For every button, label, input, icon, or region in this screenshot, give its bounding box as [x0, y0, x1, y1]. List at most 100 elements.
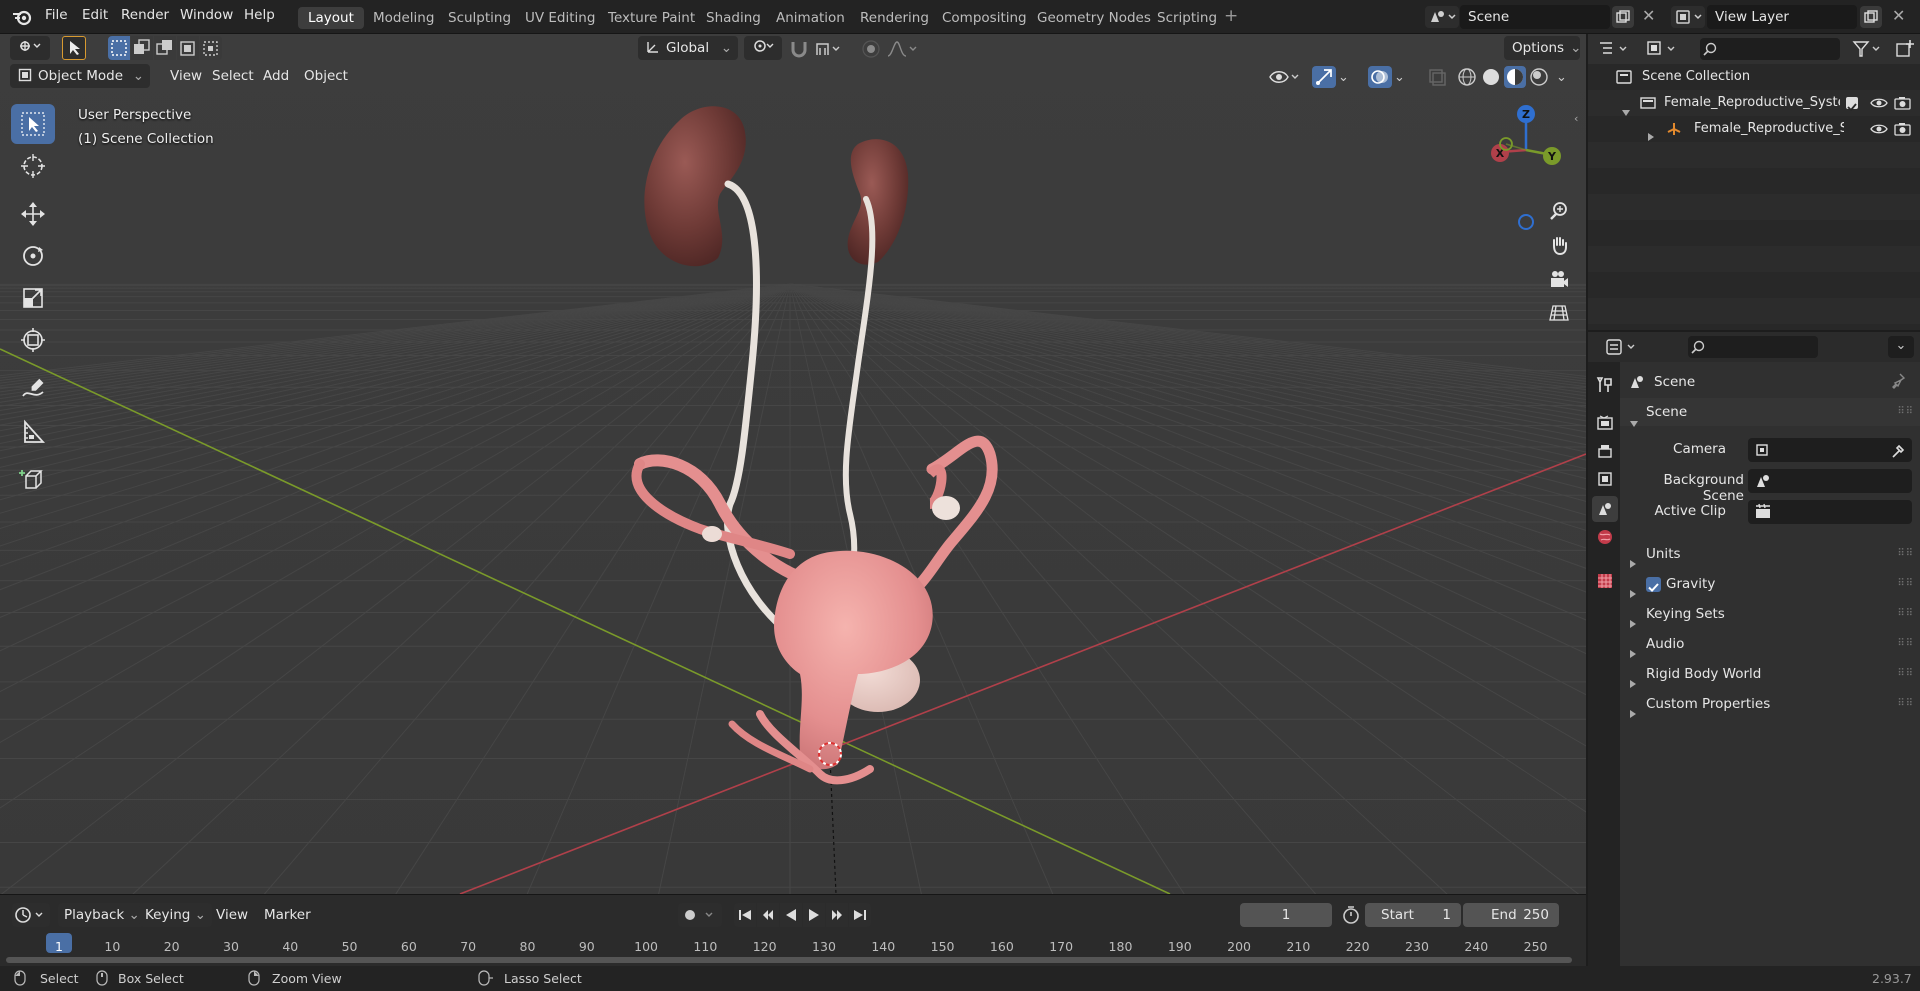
drag-handle-icon[interactable]: ⠿⠿: [1897, 630, 1914, 658]
menu-help[interactable]: Help: [244, 7, 275, 23]
timeline-scrollbar[interactable]: [6, 957, 1572, 963]
camera-field[interactable]: [1748, 438, 1912, 462]
menu-file[interactable]: File: [45, 7, 68, 23]
audio-subpanel[interactable]: Audio ⠿⠿: [1620, 630, 1920, 658]
new-collection-icon[interactable]: [1894, 38, 1916, 60]
start-frame-field[interactable]: Start 1: [1365, 903, 1461, 927]
select-tool-header-icon[interactable]: [62, 36, 86, 60]
add-cube-tool[interactable]: [11, 460, 55, 500]
viewport-menu-select[interactable]: Select: [204, 64, 262, 88]
scale-tool[interactable]: [11, 278, 55, 318]
gravity-checkbox[interactable]: [1646, 577, 1661, 592]
blender-logo-icon[interactable]: [12, 8, 32, 30]
tool-tab-icon[interactable]: [1592, 372, 1618, 398]
shading-rendered-icon[interactable]: [1528, 66, 1550, 88]
3d-viewport[interactable]: Global ⌄ Options ⌄ Object Mode ⌄ View Selec…: [0, 34, 1586, 894]
timeline-menu-view[interactable]: View: [210, 903, 254, 927]
remove-scene-icon[interactable]: ✕: [1642, 6, 1655, 25]
duplicate-scene-icon[interactable]: [1612, 6, 1634, 28]
tab-compositing[interactable]: Compositing: [932, 7, 1037, 29]
scene-panel-header[interactable]: Scene ⠿⠿: [1620, 398, 1920, 427]
duplicate-view-layer-icon[interactable]: [1860, 6, 1882, 28]
tab-modeling[interactable]: Modeling: [363, 7, 444, 29]
play-icon[interactable]: [803, 903, 825, 927]
jump-keyframe-back-icon[interactable]: [757, 903, 779, 927]
custom-properties-subpanel[interactable]: Custom Properties ⠿⠿: [1620, 690, 1920, 718]
use-preview-range-icon[interactable]: [1340, 903, 1362, 927]
tab-geometry-nodes[interactable]: Geometry Nodes: [1027, 7, 1161, 29]
shading-dropdown-icon[interactable]: ⌄: [1556, 70, 1567, 85]
proportional-edit-icon[interactable]: [860, 38, 882, 60]
scene-icon[interactable]: [1425, 6, 1459, 28]
menu-render[interactable]: Render: [121, 7, 169, 23]
tab-animation[interactable]: Animation: [766, 7, 855, 29]
remove-view-layer-icon[interactable]: ✕: [1892, 6, 1905, 25]
collapse-sidebar-icon[interactable]: ‹: [1574, 112, 1578, 125]
timeline-editor-type-icon[interactable]: [12, 903, 50, 927]
annotate-tool[interactable]: [11, 370, 55, 410]
outliner-row-collection[interactable]: Female_Reproductive_Syster: [1588, 90, 1920, 116]
eyedropper-icon[interactable]: [1890, 438, 1906, 462]
select-box-tool[interactable]: [11, 104, 55, 144]
select-mode-invert-icon[interactable]: [177, 36, 199, 60]
measure-tool[interactable]: [11, 412, 55, 452]
add-workspace-icon[interactable]: +: [1224, 6, 1238, 26]
play-reverse-icon[interactable]: [780, 903, 802, 927]
object-mode-dropdown[interactable]: Object Mode ⌄: [10, 64, 150, 88]
jump-keyframe-forward-icon[interactable]: [826, 903, 848, 927]
gravity-subpanel[interactable]: Gravity ⠿⠿: [1620, 570, 1920, 598]
end-frame-field[interactable]: End 250: [1463, 903, 1559, 927]
drag-handle-icon[interactable]: ⠿⠿: [1897, 540, 1914, 568]
viewport-menu-object[interactable]: Object: [296, 64, 356, 88]
viewport-menu-view[interactable]: View: [162, 64, 210, 88]
tab-uv-editing[interactable]: UV Editing: [515, 7, 605, 29]
overlays-toggle-icon[interactable]: [1368, 66, 1392, 88]
scene-tab-icon[interactable]: [1592, 496, 1618, 522]
select-mode-subtract-icon[interactable]: [154, 36, 176, 60]
current-frame-field[interactable]: 1: [1240, 903, 1332, 927]
properties-editor-type-icon[interactable]: [1604, 336, 1642, 358]
keying-dropdown[interactable]: Keying ⌄: [139, 903, 212, 927]
viewport-menu-add[interactable]: Add: [255, 64, 297, 88]
jump-start-icon[interactable]: [734, 903, 756, 927]
shading-material-icon[interactable]: [1504, 66, 1526, 88]
background-scene-field[interactable]: [1748, 469, 1912, 493]
view-layer-field[interactable]: View Layer: [1707, 5, 1857, 29]
outliner-editor-type-icon[interactable]: [1596, 38, 1634, 60]
transform-tool[interactable]: [11, 320, 55, 360]
rigid-body-world-subpanel[interactable]: Rigid Body World ⠿⠿: [1620, 660, 1920, 688]
transform-orientation-dropdown[interactable]: Global ⌄: [638, 36, 738, 60]
move-tool[interactable]: [11, 194, 55, 234]
xray-toggle-icon[interactable]: [1426, 66, 1448, 88]
output-tab-icon[interactable]: [1592, 438, 1618, 464]
drag-handle-icon[interactable]: ⠿⠿: [1897, 660, 1914, 688]
pivot-point-dropdown[interactable]: [744, 36, 782, 60]
playback-dropdown[interactable]: Playback ⌄: [58, 903, 146, 927]
keying-sets-subpanel[interactable]: Keying Sets ⠿⠿: [1620, 600, 1920, 628]
exclude-checkbox[interactable]: [1846, 97, 1858, 112]
outliner-search-field[interactable]: [1700, 38, 1840, 60]
rotate-tool[interactable]: [11, 236, 55, 276]
shading-wireframe-icon[interactable]: [1456, 66, 1478, 88]
snap-target-dropdown[interactable]: [814, 38, 846, 60]
render-tab-icon[interactable]: [1592, 410, 1618, 436]
tab-layout[interactable]: Layout: [298, 7, 364, 29]
right-ovary[interactable]: [932, 496, 960, 520]
panel-collapse-arrow-icon[interactable]: [1630, 409, 1638, 437]
jump-end-icon[interactable]: [849, 903, 871, 927]
shading-solid-icon[interactable]: [1480, 66, 1502, 88]
cursor-tool[interactable]: [11, 146, 55, 186]
world-tab-icon[interactable]: [1592, 524, 1618, 550]
options-dropdown[interactable]: Options ⌄: [1504, 36, 1581, 60]
select-mode-new-icon[interactable]: [108, 36, 130, 60]
tab-sculpting[interactable]: Sculpting: [438, 7, 521, 29]
tab-rendering[interactable]: Rendering: [850, 7, 939, 29]
perspective-toggle-icon[interactable]: [1544, 298, 1574, 328]
outliner-row-object[interactable]: Female_Reproductive_Sy: [1588, 116, 1920, 142]
active-clip-field[interactable]: [1748, 500, 1912, 524]
drag-handle-icon[interactable]: ⠿⠿: [1897, 600, 1914, 628]
zoom-icon[interactable]: [1544, 196, 1574, 226]
menu-window[interactable]: Window: [180, 7, 233, 23]
object-visibility-icon[interactable]: [1268, 66, 1302, 88]
view-layer-tab-icon[interactable]: [1592, 466, 1618, 492]
